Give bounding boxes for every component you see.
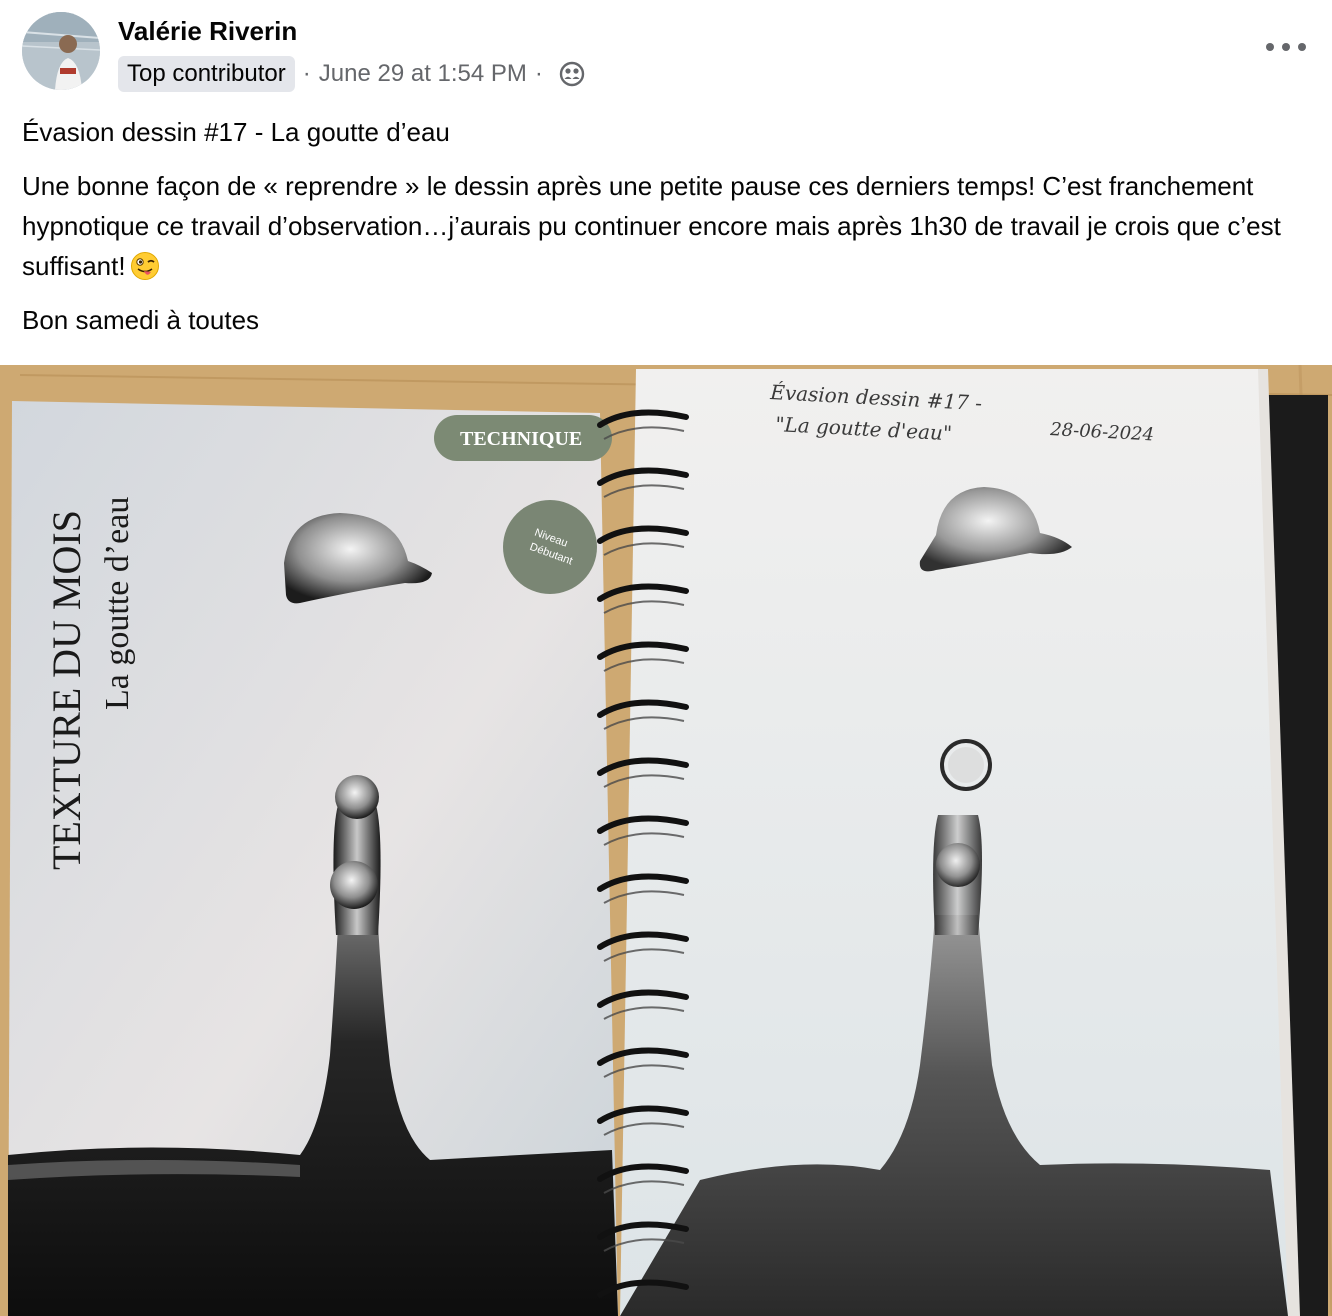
sketchbook-photo: TECHNIQUE Niveau Débutant TEXTURE DU MOI…	[0, 365, 1332, 1316]
vertical-title: TEXTURE DU MOIS	[44, 510, 89, 870]
meta-separator: ·	[534, 60, 543, 87]
author-name[interactable]: Valérie Riverin	[118, 16, 297, 47]
more-options-icon[interactable]	[1266, 34, 1306, 60]
post-message: Évasion dessin #17 - La goutte d’eau Une…	[22, 112, 1318, 340]
more-dot	[1282, 43, 1290, 51]
vertical-subtitle: La goutte d’eau	[99, 497, 136, 710]
printed-falling-drop	[335, 775, 379, 819]
printed-column-bulb	[330, 861, 378, 909]
technique-tag-label: TECHNIQUE	[460, 428, 582, 450]
post-body-text: Une bonne façon de « reprendre » le dess…	[22, 171, 1281, 281]
post-timestamp[interactable]: June 29 at 1:54 PM	[319, 60, 527, 88]
post-body-paragraph: Une bonne façon de « reprendre » le dess…	[22, 166, 1318, 286]
meta-separator: ·	[302, 60, 311, 87]
post-title-line: Évasion dessin #17 - La goutte d’eau	[22, 117, 450, 147]
post-photo[interactable]: TECHNIQUE Niveau Débutant TEXTURE DU MOI…	[0, 365, 1332, 1316]
post-header: Valérie Riverin Top contributor · June 2…	[0, 0, 1332, 100]
post-closing-line: Bon samedi à toutes	[22, 305, 260, 335]
top-contributor-badge[interactable]: Top contributor	[118, 56, 295, 92]
avatar-image	[22, 12, 100, 90]
post-meta: Top contributor · June 29 at 1:54 PM ·	[118, 55, 585, 93]
winking-face-with-tongue-icon	[130, 252, 159, 280]
more-dot	[1298, 43, 1306, 51]
avatar[interactable]	[22, 12, 100, 90]
friends-audience-icon[interactable]	[559, 61, 585, 87]
drawn-column-bulb	[936, 843, 980, 887]
more-dot	[1266, 43, 1274, 51]
